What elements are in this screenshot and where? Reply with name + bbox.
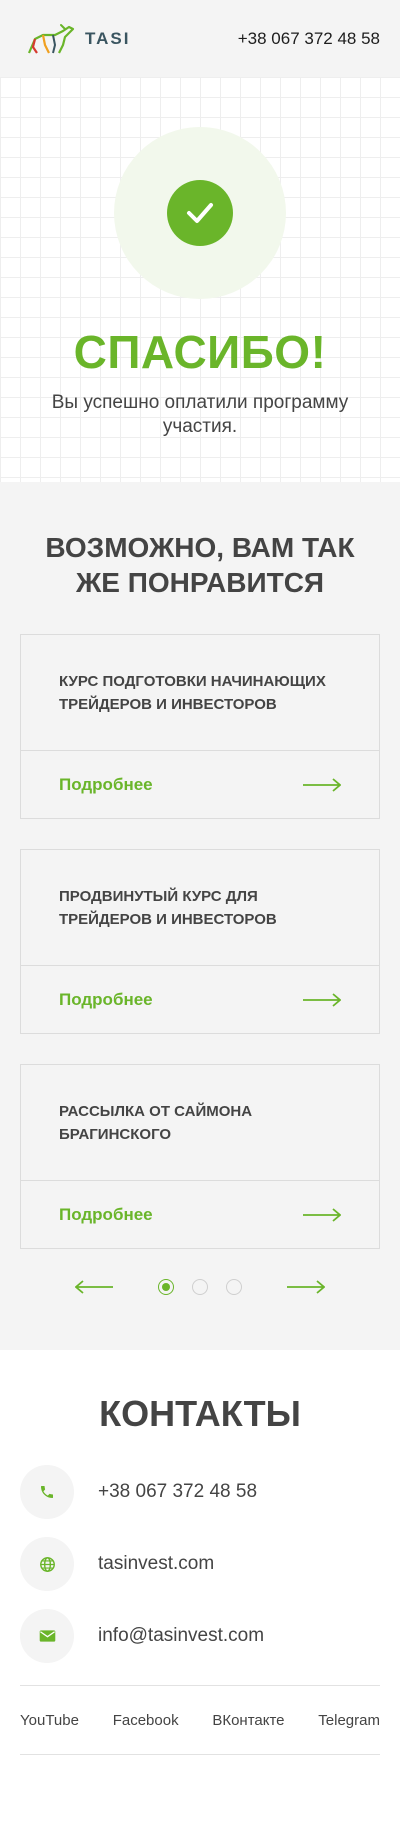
course-cards: КУРС ПОДГОТОВКИ НАЧИНАЮЩИХ ТРЕЙДЕРОВ И И… <box>0 634 400 1249</box>
arrow-right-icon[interactable] <box>303 993 341 1007</box>
card-footer[interactable]: Подробнее <box>21 966 379 1034</box>
slider-next-icon[interactable] <box>287 1280 325 1294</box>
recommendations-section: ВОЗМОЖНО, ВАМ ТАК ЖЕ ПОНРАВИТСЯ КУРС ПОД… <box>0 482 400 1350</box>
youtube-link[interactable]: YouTube <box>20 1712 79 1729</box>
more-link[interactable]: Подробнее <box>59 1205 153 1225</box>
site-header: TASI +38 067 372 48 58 <box>0 0 400 77</box>
slider-dot-2[interactable] <box>192 1279 208 1295</box>
card-title: КУРС ПОДГОТОВКИ НАЧИНАЮЩИХ ТРЕЙДЕРОВ И И… <box>59 672 326 713</box>
slider-navigation <box>0 1279 400 1295</box>
contact-email[interactable]: info@tasinvest.com <box>20 1609 380 1663</box>
contact-email-text[interactable]: info@tasinvest.com <box>98 1625 264 1647</box>
slider-dot-1[interactable] <box>158 1279 174 1295</box>
card-title: ПРОДВИНУТЫЙ КУРС ДЛЯ ТРЕЙДЕРОВ И ИНВЕСТО… <box>59 887 277 928</box>
telegram-link[interactable]: Telegram <box>318 1712 380 1729</box>
contact-website-text[interactable]: tasinvest.com <box>98 1553 214 1575</box>
vkontakte-link[interactable]: ВКонтакте <box>212 1712 284 1729</box>
thank-you-section: СПАСИБО! Вы успешно оплатили программу у… <box>0 77 400 482</box>
slider-prev-icon[interactable] <box>75 1280 113 1294</box>
thank-you-title: СПАСИБО! <box>73 326 327 378</box>
card-title: РАССЫЛКА ОТ САЙМОНА БРАГИНСКОГО <box>59 1102 253 1143</box>
logo[interactable]: TASI <box>25 23 130 55</box>
check-badge <box>167 180 233 246</box>
contacts-title: КОНТАКТЫ <box>99 1393 301 1434</box>
card-header: КУРС ПОДГОТОВКИ НАЧИНАЮЩИХ ТРЕЙДЕРОВ И И… <box>21 635 379 751</box>
more-link[interactable]: Подробнее <box>59 990 153 1010</box>
payment-success-message: Вы успешно оплатили программу участия. <box>51 392 349 437</box>
arrow-right-icon[interactable] <box>303 1208 341 1222</box>
contacts-section: КОНТАКТЫ +38 067 372 48 58 tasinvest.com <box>0 1350 400 1806</box>
bull-logo-icon <box>27 23 75 54</box>
course-card: КУРС ПОДГОТОВКИ НАЧИНАЮЩИХ ТРЕЙДЕРОВ И И… <box>20 634 380 819</box>
contact-phone-text[interactable]: +38 067 372 48 58 <box>98 1481 257 1503</box>
slider-dot-3[interactable] <box>226 1279 242 1295</box>
header-phone-link[interactable]: +38 067 372 48 58 <box>238 29 380 49</box>
footer-spacer <box>0 1755 400 1806</box>
course-card: ПРОДВИНУТЫЙ КУРС ДЛЯ ТРЕЙДЕРОВ И ИНВЕСТО… <box>20 849 380 1034</box>
globe-icon <box>20 1537 74 1591</box>
recommendations-title: ВОЗМОЖНО, ВАМ ТАК ЖЕ ПОНРАВИТСЯ <box>45 532 355 598</box>
success-circle <box>114 127 286 299</box>
more-link[interactable]: Подробнее <box>59 775 153 795</box>
mail-icon <box>20 1609 74 1663</box>
checkmark-icon <box>187 203 213 223</box>
card-header: ПРОДВИНУТЫЙ КУРС ДЛЯ ТРЕЙДЕРОВ И ИНВЕСТО… <box>21 850 379 966</box>
logo-text: TASI <box>85 28 131 48</box>
social-links: YouTube Facebook ВКонтакте Telegram <box>20 1685 380 1755</box>
card-footer[interactable]: Подробнее <box>21 751 379 819</box>
facebook-link[interactable]: Facebook <box>113 1712 179 1729</box>
course-card: РАССЫЛКА ОТ САЙМОНА БРАГИНСКОГО Подробне… <box>20 1064 380 1249</box>
contact-phone[interactable]: +38 067 372 48 58 <box>20 1465 380 1519</box>
card-header: РАССЫЛКА ОТ САЙМОНА БРАГИНСКОГО <box>21 1065 379 1181</box>
slider-dots <box>158 1279 242 1295</box>
phone-icon <box>20 1465 74 1519</box>
arrow-right-icon[interactable] <box>303 778 341 792</box>
contact-list: +38 067 372 48 58 tasinvest.com info@tas… <box>0 1465 400 1663</box>
contact-website[interactable]: tasinvest.com <box>20 1537 380 1591</box>
card-footer[interactable]: Подробнее <box>21 1181 379 1249</box>
